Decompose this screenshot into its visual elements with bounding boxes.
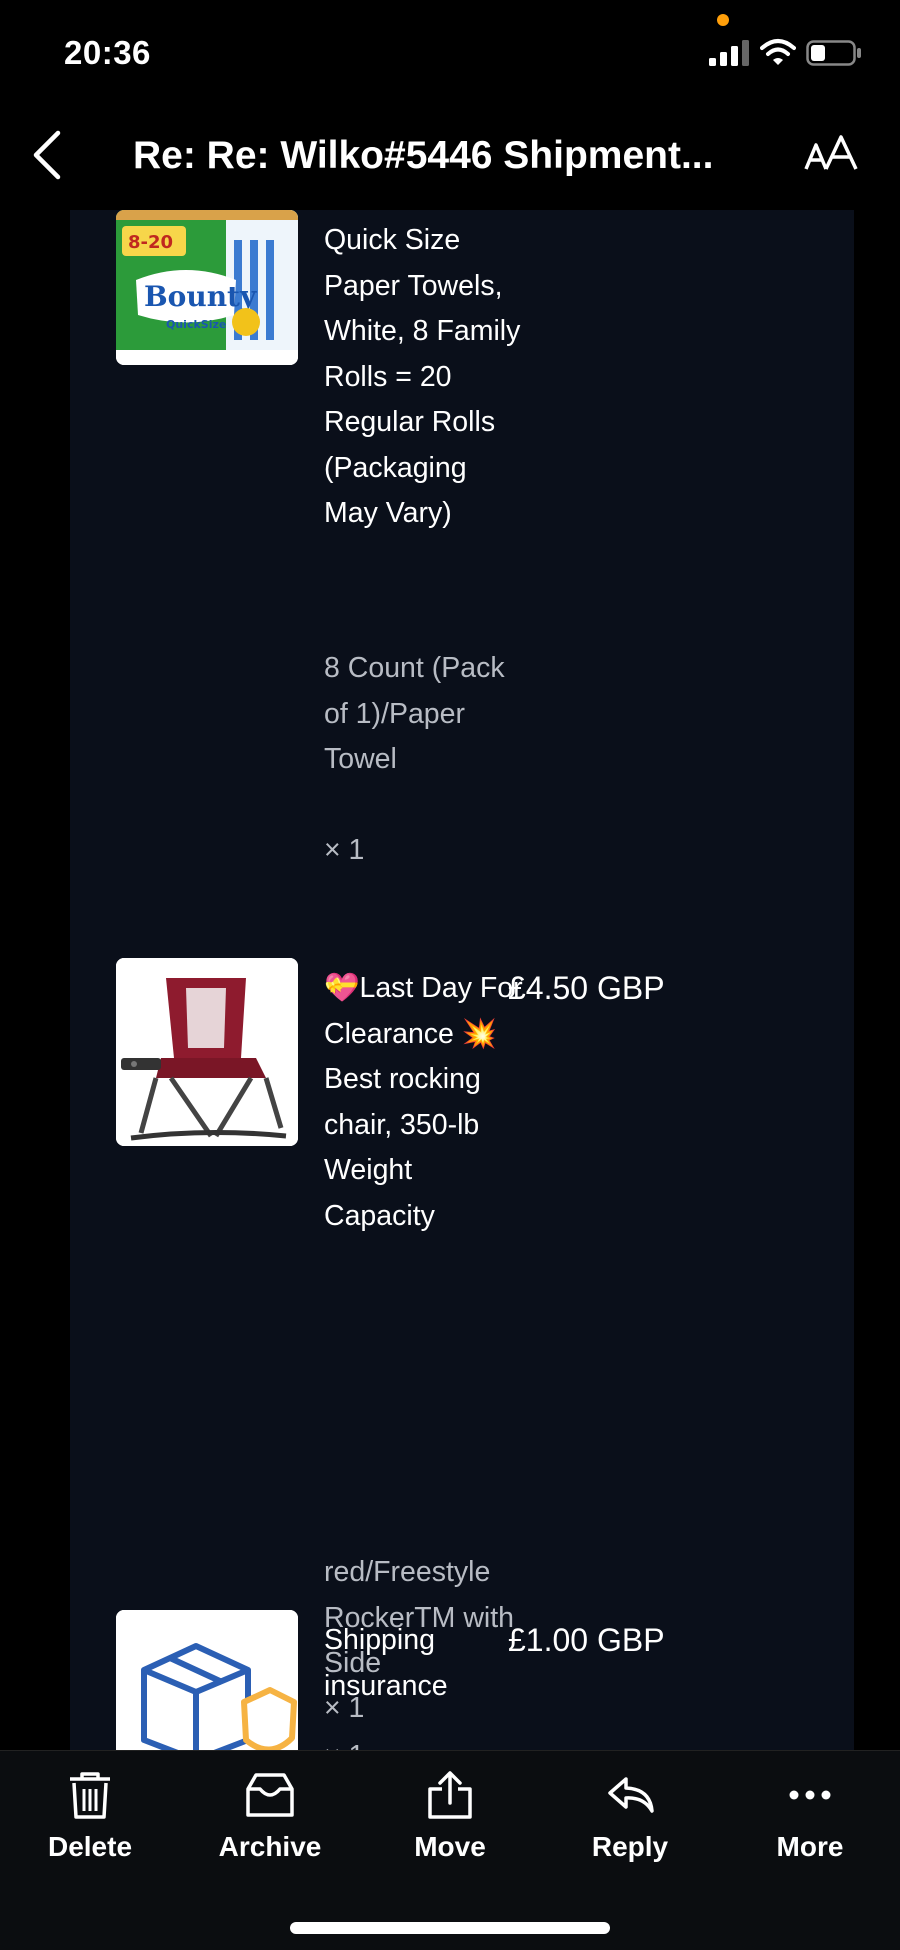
more-icon [789, 1790, 831, 1800]
product-image-chair [116, 958, 298, 1146]
product-image-insurance [116, 1610, 298, 1750]
svg-text:8-20: 8-20 [128, 232, 173, 253]
chevron-left-icon[interactable] [28, 129, 68, 181]
product-image-bounty: 8-20 Bounty QuickSize [116, 210, 298, 365]
more-button[interactable]: More [735, 1769, 885, 1863]
archive-icon [246, 1773, 294, 1817]
item-variant: 8 Count (Pack of 1)/Paper Towel [324, 652, 505, 775]
status-bar: 20:36 [0, 0, 900, 100]
email-body[interactable]: 8-20 Bounty QuickSize Quick Size Paper T… [70, 210, 854, 1750]
move-button[interactable]: Move [375, 1769, 525, 1863]
archive-label: Archive [218, 1831, 322, 1862]
reply-icon [608, 1777, 654, 1813]
move-icon [428, 1771, 472, 1819]
status-time: 20:36 [64, 34, 151, 71]
item-price: £1.00 GBP [508, 1622, 665, 1658]
message-toolbar: Delete Archive Move Reply More [0, 1750, 900, 1950]
delete-label: Delete [47, 1831, 133, 1862]
more-label: More [776, 1831, 844, 1862]
item-description: Quick Size Paper Towels, White, 8 Family… [324, 224, 521, 529]
reply-button[interactable]: Reply [555, 1769, 705, 1863]
message-subject: Re: Re: Wilko#5446 Shipment... [133, 134, 714, 177]
home-indicator[interactable] [290, 1922, 610, 1934]
item-description: Shipping insurance [324, 1624, 448, 1702]
move-label: Move [414, 1831, 486, 1862]
text-size-icon[interactable] [804, 135, 860, 175]
item-quantity: × 1 [324, 834, 365, 866]
item-price: £4.50 GBP [508, 970, 665, 1006]
archive-button[interactable]: Archive [195, 1769, 345, 1863]
trash-icon [70, 1772, 110, 1819]
bounty-logo: Bounty [144, 280, 257, 313]
delete-button[interactable]: Delete [15, 1769, 165, 1863]
reply-label: Reply [591, 1831, 669, 1862]
wifi-icon [760, 39, 796, 65]
message-header: Re: Re: Wilko#5446 Shipment... [0, 115, 900, 195]
privacy-indicator [717, 14, 729, 26]
item-description: 💝Last Day For Clearance 💥Best rocking ch… [324, 972, 523, 1232]
signal-icon [709, 40, 749, 66]
battery-icon [806, 40, 861, 66]
svg-text:QuickSize: QuickSize [166, 318, 226, 331]
item-quantity: × 1 [324, 1734, 364, 1750]
